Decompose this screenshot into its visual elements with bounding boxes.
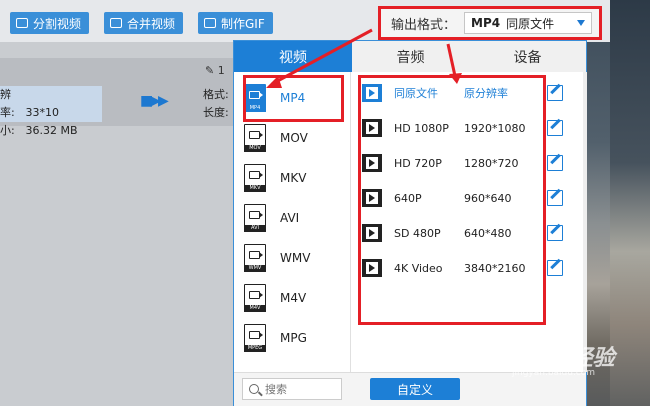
edit-icon[interactable] (547, 225, 563, 241)
size-value: 36.32 MB (25, 124, 78, 137)
format-item-avi[interactable]: AVI AVI (244, 200, 344, 236)
search-box (242, 378, 342, 400)
file-tag: M4V (244, 305, 266, 312)
convert-arrows-icon: ■▶▶ (140, 93, 169, 109)
edit-icon[interactable] (547, 155, 563, 171)
highlight-box-format (243, 75, 344, 122)
gif-icon (204, 18, 216, 28)
format-item-m4v[interactable]: M4V M4V (244, 280, 344, 316)
output-format-select[interactable]: MP4 同原文件 (464, 12, 593, 34)
video-file-icon: AVI (244, 204, 266, 232)
format-item-wmv[interactable]: WMV WMV (244, 240, 344, 276)
scrollbar[interactable] (583, 72, 587, 372)
make-gif-label: 制作GIF (221, 16, 265, 31)
video-file-icon: MOV (244, 124, 266, 152)
format-key: 格式: (203, 88, 229, 101)
merge-video-button[interactable]: 合并视频 (104, 12, 184, 34)
format-name: M4V (280, 291, 307, 305)
resolution-key: 辨率: (0, 88, 15, 119)
file-tag: MOV (244, 145, 266, 152)
resolution-value: 33*10 (25, 106, 60, 119)
format-name: AVI (280, 211, 300, 225)
caret-down-icon (577, 20, 586, 26)
video-file-icon: MKV (244, 164, 266, 192)
format-name: MPG (280, 331, 307, 345)
make-gif-button[interactable]: 制作GIF (198, 12, 273, 34)
search-icon (249, 384, 259, 394)
length-key: 长度: (203, 106, 229, 119)
merge-video-label: 合并视频 (127, 16, 176, 31)
edit-icon[interactable] (547, 120, 563, 136)
edit-tag-count: 1 (217, 64, 225, 77)
edit-icon[interactable] (547, 190, 563, 206)
watermark-url: jingyan.baidu.com (512, 368, 596, 378)
video-file-icon: M4V (244, 284, 266, 312)
output-format-option: 同原文件 (506, 16, 555, 31)
format-tabs: 视频 音频 设备 (234, 41, 586, 72)
tab-device[interactable]: 设备 (469, 41, 586, 72)
file-tag: MKV (244, 185, 266, 192)
video-file-icon: MPEG (244, 324, 266, 352)
format-item-mov[interactable]: MOV MOV (244, 120, 344, 156)
size-key: 小: (0, 124, 15, 137)
split-icon (16, 18, 28, 28)
file-tag: MPEG (244, 345, 266, 352)
custom-button[interactable]: 自定义 (370, 378, 460, 400)
video-file-icon: WMV (244, 244, 266, 272)
edit-icon[interactable] (547, 260, 563, 276)
edit-tag[interactable]: ✎ 1 (205, 64, 225, 77)
merge-icon (110, 18, 122, 28)
output-format-label: 输出格式： (391, 17, 457, 33)
output-format-value: MP4 (471, 16, 501, 30)
format-name: WMV (280, 251, 311, 265)
format-name: MOV (280, 131, 308, 145)
split-video-label: 分割视频 (33, 16, 82, 31)
file-info: 辨率: 33*10 小: 36.32 MB (0, 86, 102, 137)
format-item-mkv[interactable]: MKV MKV (244, 160, 344, 196)
search-input[interactable] (265, 382, 335, 396)
output-format-bar: 输出格式： MP4 同原文件 (378, 6, 602, 40)
file-tag: AVI (244, 225, 266, 232)
tab-video[interactable]: 视频 (234, 41, 352, 72)
tab-audio[interactable]: 音频 (352, 41, 469, 72)
format-item-mpg[interactable]: MPEG MPG (244, 320, 344, 356)
edit-icon[interactable] (547, 85, 563, 101)
split-video-button[interactable]: 分割视频 (10, 12, 90, 34)
format-name: MKV (280, 171, 307, 185)
file-tag: WMV (244, 265, 266, 272)
background-photo-strip (610, 0, 650, 406)
highlight-box-resolutions (358, 75, 546, 325)
target-info: 格式: 长度: (203, 86, 229, 122)
